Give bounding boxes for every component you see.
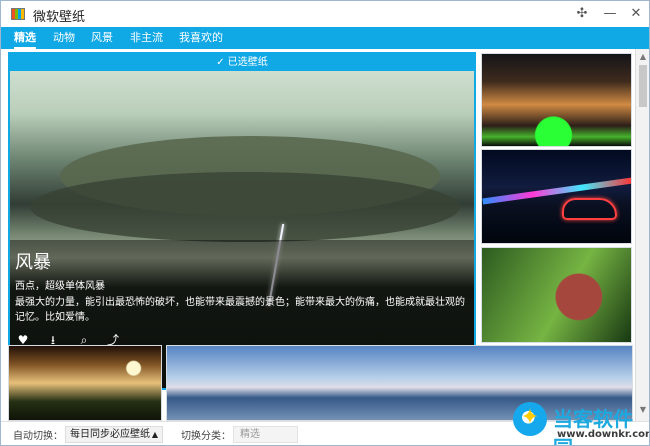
switch-category-label: 切换分类： bbox=[181, 431, 231, 442]
title-bar: 微软壁纸 ✣ — ✕ bbox=[1, 1, 649, 27]
close-icon[interactable]: ✕ bbox=[625, 4, 647, 24]
scroll-thumb[interactable] bbox=[639, 65, 647, 107]
neon-car-shape bbox=[562, 198, 617, 220]
tab-alternative[interactable]: 非主流 bbox=[130, 27, 163, 49]
tab-featured[interactable]: 精选 bbox=[14, 27, 36, 49]
app-logo-icon bbox=[11, 8, 25, 20]
wallpaper-gallery: ✓ 已选壁纸 风暴 西点，超级单体风暴 最强大的力量，能引出最恐怖的破坏，也能带… bbox=[1, 49, 635, 421]
vertical-scrollbar[interactable]: ▲ ▼ bbox=[635, 49, 649, 421]
auto-switch-label: 自动切换： bbox=[13, 431, 63, 442]
window-title: 微软壁纸 bbox=[33, 10, 86, 25]
selected-wallpaper-banner: ✓ 已选壁纸 bbox=[10, 54, 474, 71]
tab-landscape[interactable]: 风景 bbox=[91, 27, 113, 49]
selected-label: 已选壁纸 bbox=[227, 57, 268, 68]
category-tabs: 精选 动物 风景 非主流 我喜欢的 bbox=[1, 27, 649, 49]
chevron-up-icon: ▲ bbox=[151, 430, 158, 439]
thumbnail-arches[interactable] bbox=[481, 53, 632, 147]
wallpaper-description: 最强大的力量，能引出最恐怖的破坏，也能带来最震撼的景色；能带来最大的伤痛，也能成… bbox=[15, 297, 465, 323]
tab-favorites[interactable]: 我喜欢的 bbox=[179, 27, 223, 49]
thumbnail-red-fruit[interactable] bbox=[481, 247, 632, 343]
storm-base bbox=[30, 172, 460, 242]
tab-animals[interactable]: 动物 bbox=[53, 27, 75, 49]
watermark: ✦ 当客软件园 www.downkr.com bbox=[513, 399, 650, 445]
auto-switch-select[interactable]: 每日同步必应壁纸 ▲ bbox=[65, 426, 163, 443]
wallpaper-subtitle: 西点，超级单体风暴 bbox=[15, 281, 105, 292]
thumbnail-cave[interactable] bbox=[8, 345, 162, 421]
app-window: 微软壁纸 ✣ — ✕ 精选 动物 风景 非主流 我喜欢的 ✓ 已选壁纸 风暴 西… bbox=[0, 0, 650, 446]
featured-wallpaper[interactable]: ✓ 已选壁纸 风暴 西点，超级单体风暴 最强大的力量，能引出最恐怖的破坏，也能带… bbox=[8, 52, 476, 390]
watermark-logo-icon: ✦ bbox=[513, 402, 547, 436]
wallpaper-title: 风暴 bbox=[15, 252, 51, 273]
watermark-url: www.downkr.com bbox=[557, 429, 650, 440]
thumbnail-neon-car[interactable] bbox=[481, 149, 632, 244]
pin-icon[interactable]: ✣ bbox=[571, 4, 593, 24]
scroll-up-icon[interactable]: ▲ bbox=[639, 52, 647, 61]
check-icon: ✓ bbox=[216, 57, 225, 68]
switch-category-field[interactable]: 精选 bbox=[233, 426, 298, 443]
auto-switch-value: 每日同步必应壁纸 bbox=[70, 429, 150, 440]
minimize-icon[interactable]: — bbox=[599, 4, 621, 24]
